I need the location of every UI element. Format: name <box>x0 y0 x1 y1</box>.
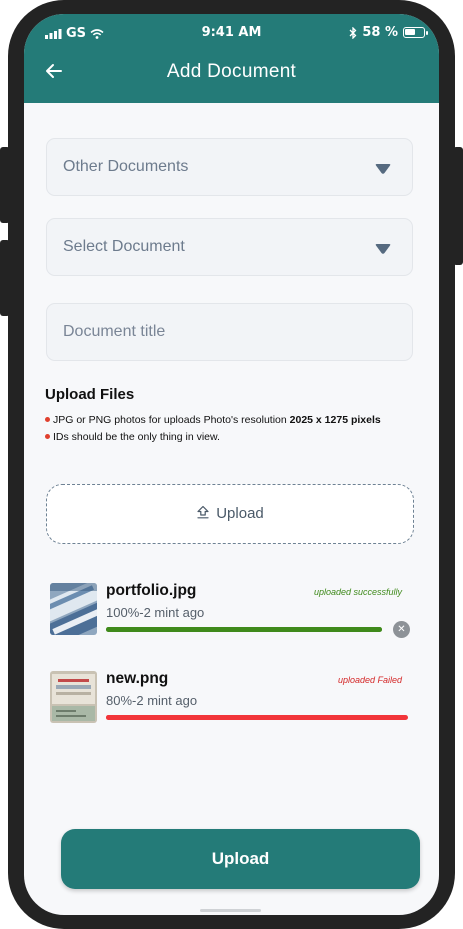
upload-dropzone-content: Upload <box>47 505 413 522</box>
status-bar: GS 9:41 AM 58 % <box>24 22 439 44</box>
file-name: portfolio.jpg <box>106 582 197 599</box>
upload-note-resolution: JPG or PNG photos for uploads Photo's re… <box>45 414 381 426</box>
file-item: portfolio.jpg 100%-2 mint ago uploaded s… <box>50 582 410 638</box>
file-meta: 100%-2 mint ago <box>106 605 205 620</box>
close-icon: ✕ <box>397 624 406 635</box>
file-thumbnail <box>50 583 97 635</box>
battery-level <box>405 29 415 35</box>
upload-dropzone[interactable]: Upload <box>46 484 414 544</box>
progress-track <box>106 715 408 720</box>
upload-note-ids: IDs should be the only thing in view. <box>45 431 220 443</box>
status-right: 58 % <box>349 25 428 40</box>
file-name: new.png <box>106 670 169 687</box>
category-select-value: Other Documents <box>63 158 189 175</box>
note-ids-text: IDs should be the only thing in view. <box>53 431 220 443</box>
remove-file-button[interactable]: ✕ <box>393 621 410 638</box>
file-status: uploaded successfully <box>313 587 402 597</box>
document-select-value: Select Document <box>63 238 185 255</box>
document-title-input[interactable] <box>47 304 412 360</box>
document-title-field[interactable] <box>46 303 413 361</box>
file-meta: 80%-2 mint ago <box>106 693 198 708</box>
page-title: Add Document <box>166 61 297 82</box>
category-select[interactable]: Other Documents <box>46 138 413 196</box>
document-select[interactable]: Select Document <box>46 218 413 276</box>
progress-fill <box>106 715 348 720</box>
home-indicator <box>200 909 261 912</box>
battery-percent: 58 % <box>362 25 398 40</box>
upload-dropzone-label: Upload <box>216 505 264 522</box>
upload-files-heading: Upload Files <box>45 386 135 403</box>
upload-button[interactable]: Upload <box>61 829 420 889</box>
phone-frame: GS 9:41 AM 58 % Add Document Other Docum… <box>8 0 455 929</box>
battery-icon <box>403 27 428 38</box>
progress-track <box>106 627 382 632</box>
app-screen: GS 9:41 AM 58 % Add Document Other Docum… <box>24 14 439 915</box>
file-item: new.png 80%-2 mint ago uploaded Failed <box>50 670 410 725</box>
note-resolution-text: JPG or PNG photos for uploads Photo's re… <box>53 414 290 426</box>
bullet-dot <box>45 433 50 439</box>
progress-fill <box>106 627 382 632</box>
bullet-dot <box>45 416 50 422</box>
file-thumbnail <box>50 671 97 723</box>
note-resolution-value: 2025 x 1275 pixels <box>289 414 381 426</box>
header-bar: GS 9:41 AM 58 % Add Document <box>24 14 439 103</box>
caret-down-icon <box>375 244 391 254</box>
upload-icon <box>197 505 209 519</box>
bluetooth-icon <box>349 26 357 39</box>
file-status: uploaded Failed <box>337 675 402 685</box>
caret-down-icon <box>375 164 391 174</box>
